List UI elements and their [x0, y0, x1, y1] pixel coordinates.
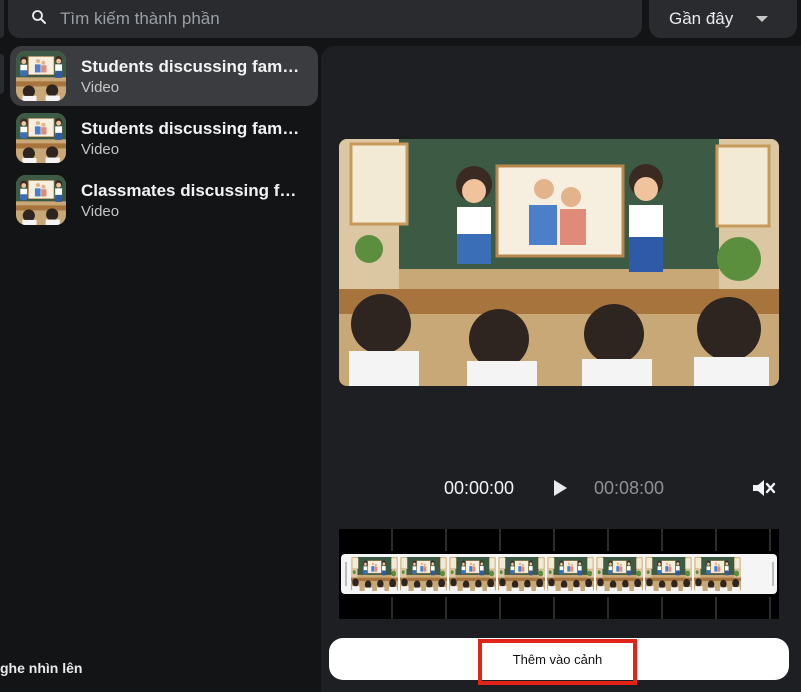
footer-text: ghe nhìn lên	[0, 660, 83, 676]
caret-down-icon	[755, 9, 769, 29]
search-bar[interactable]	[8, 0, 642, 38]
total-time: 00:08:00	[594, 478, 665, 498]
item-type: Video	[81, 202, 120, 220]
item-type: Video	[81, 140, 120, 158]
video-thumbnail	[16, 175, 66, 225]
timeline[interactable]	[339, 529, 779, 619]
sort-label: Gần đây	[669, 9, 734, 28]
root: Gần đây Students discussing family in cl…	[0, 0, 801, 692]
video-thumbnail	[16, 113, 66, 163]
video-thumbnail	[16, 51, 66, 101]
timeline-clip[interactable]	[341, 554, 777, 594]
player-controls: 00:00:00 00:08:00	[321, 472, 801, 504]
sort-dropdown[interactable]: Gần đây	[649, 0, 797, 38]
film-row-bottom	[339, 597, 779, 619]
list-item[interactable]: Students discussing family in class Vide…	[10, 108, 318, 168]
left-edge-tab-2	[0, 54, 4, 94]
item-title: Students discussing family in class	[81, 56, 301, 76]
video-preview[interactable]	[339, 139, 779, 386]
play-icon[interactable]	[550, 478, 570, 498]
add-to-scene-button[interactable]	[329, 638, 789, 680]
mute-icon[interactable]	[751, 477, 777, 499]
item-type: Video	[81, 78, 120, 96]
trim-handle-left[interactable]	[345, 562, 347, 586]
left-edge-tab	[0, 0, 4, 38]
list-item[interactable]: Classmates discussing family Video	[10, 170, 318, 230]
film-row-top	[339, 529, 779, 551]
search-icon	[30, 8, 48, 31]
search-input[interactable]	[60, 6, 620, 32]
current-time: 00:00:00	[444, 478, 515, 498]
list-item[interactable]: Students discussing family in class Vide…	[10, 46, 318, 106]
item-title: Students discussing family in class	[81, 118, 301, 138]
trim-handle-right[interactable]	[772, 562, 774, 586]
item-title: Classmates discussing family	[81, 180, 301, 200]
asset-list: Students discussing family in class Vide…	[10, 46, 318, 232]
